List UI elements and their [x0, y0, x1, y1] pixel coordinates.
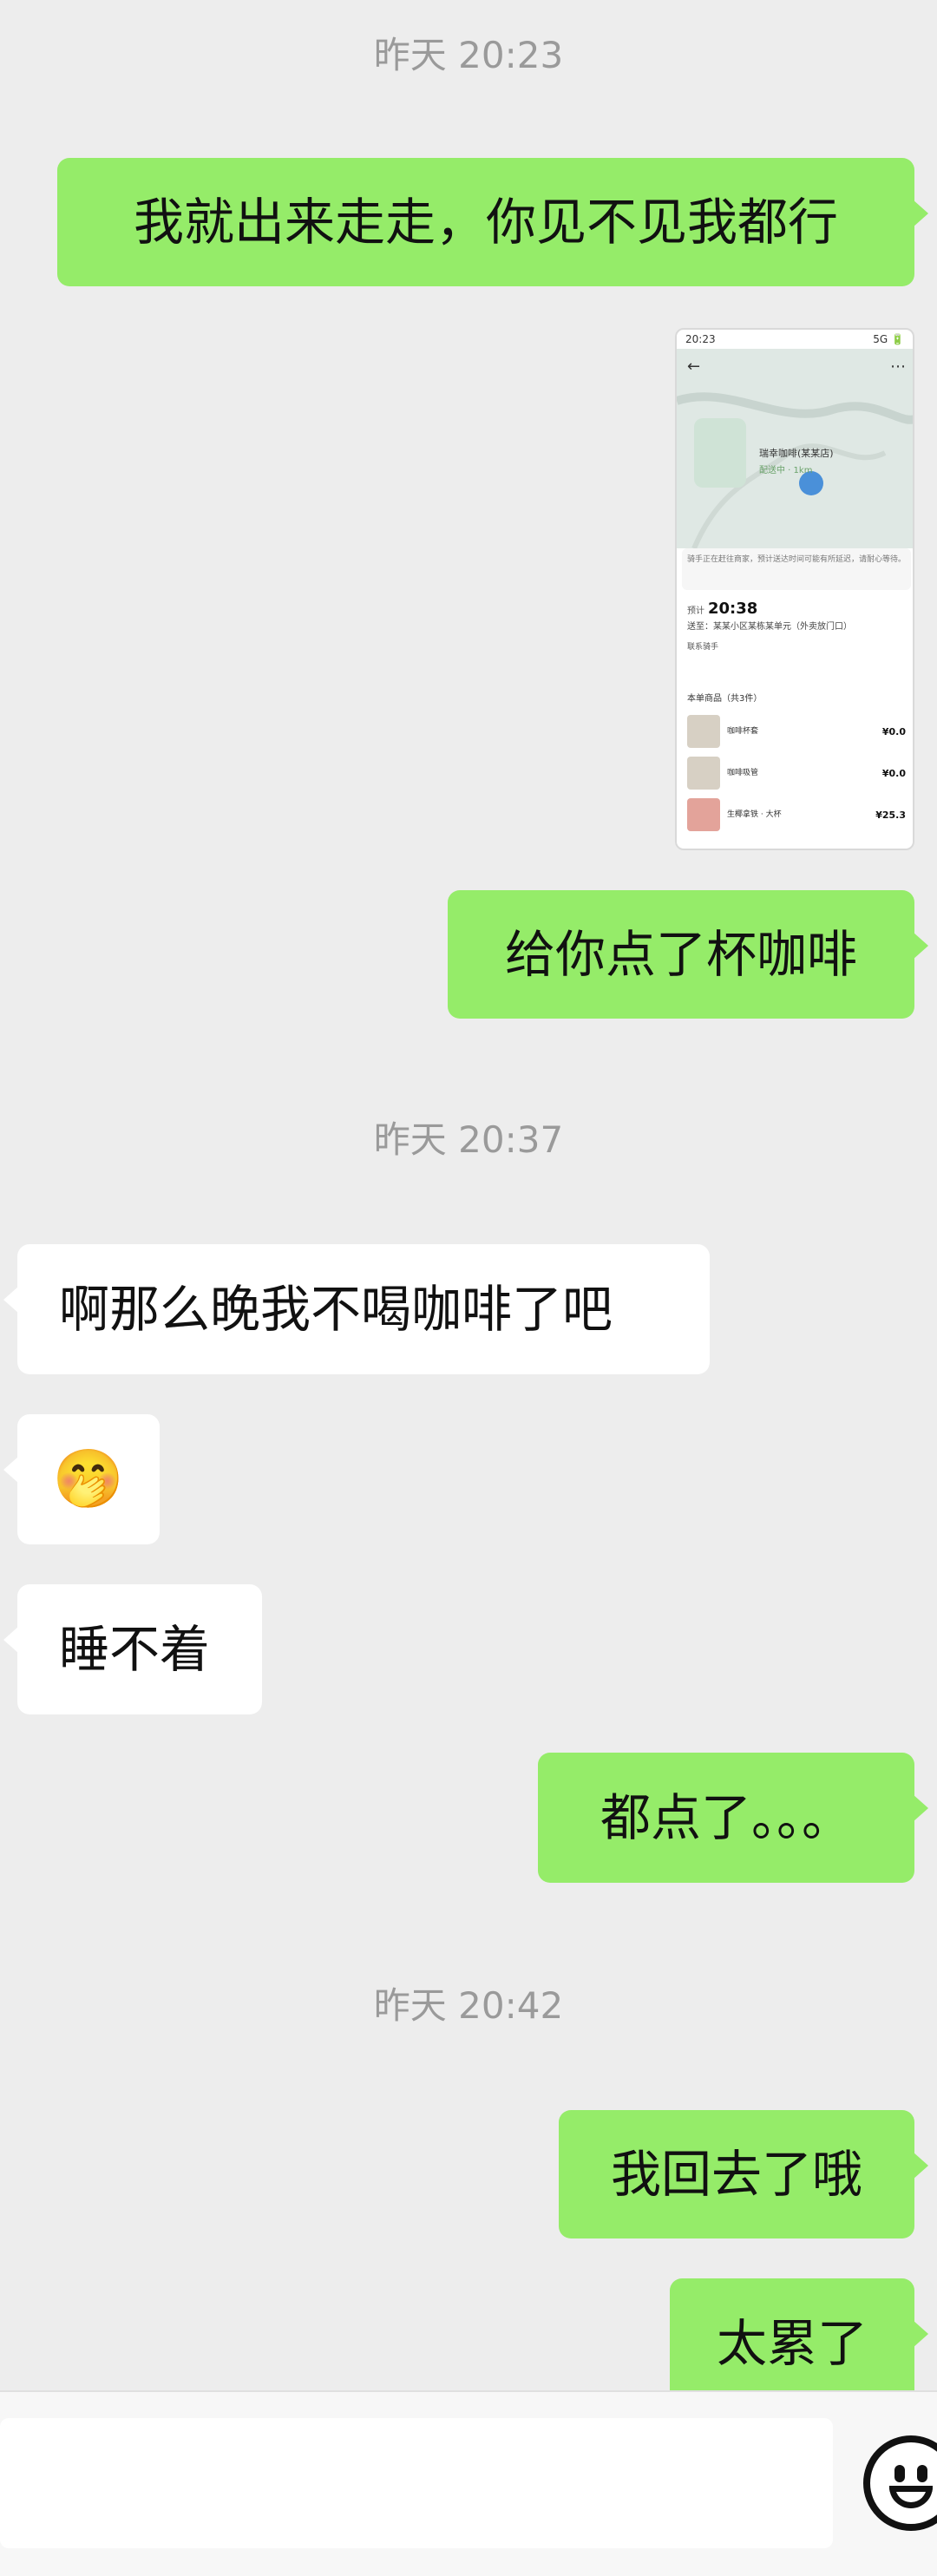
- emoji-eye: [917, 2465, 927, 2482]
- item-image: [687, 757, 720, 790]
- thumbnail-eta: 预计 20:38: [687, 600, 906, 618]
- item-name: 咖啡吸管: [727, 769, 759, 777]
- back-arrow-icon: ←: [687, 357, 701, 376]
- thumbnail-contact: 联系骑手: [687, 643, 719, 652]
- item-price: ¥0.0: [881, 767, 906, 779]
- more-icon: ⋯: [890, 357, 906, 376]
- sent-message-bubble[interactable]: 太累了: [670, 2278, 928, 2409]
- thumbnail-order-card: 本单商品（共3件） 咖啡杯套 ¥0.0 咖啡吸管 ¥0.0 生椰拿铁 · 大杯 …: [682, 685, 911, 847]
- received-emoji-bubble[interactable]: 🤭: [3, 1414, 160, 1544]
- eta-label: 预计: [687, 606, 704, 616]
- thumbnail-order-item: 咖啡吸管 ¥0.0: [687, 752, 906, 794]
- sent-message-bubble[interactable]: 我就出来走走，你见不见我都行: [57, 158, 928, 286]
- thumbnail-nav-row: ← ⋯: [677, 349, 913, 383]
- thumbnail-status-bar: 20:23 5G 🔋: [677, 330, 913, 349]
- thumbnail-delivery-card: 预计 20:38 送至：某某小区某栋某单元（外卖放门口） 联系骑手: [682, 594, 911, 681]
- sent-message-bubble[interactable]: 给你点了杯咖啡: [448, 890, 928, 1019]
- item-name: 咖啡杯套: [727, 727, 759, 736]
- received-message-bubble[interactable]: 睡不着: [3, 1584, 262, 1714]
- smiley-face-icon[interactable]: [863, 2435, 937, 2531]
- thumbnail-order-header: 本单商品（共3件）: [687, 694, 763, 704]
- item-name: 生椰拿铁 · 大杯: [727, 810, 782, 819]
- item-price: ¥25.3: [875, 809, 906, 821]
- thumbnail-notice: 骑手正在赶往商家，预计送达时间可能有所延迟，请耐心等待。: [682, 548, 911, 590]
- sent-image-thumbnail[interactable]: 20:23 5G 🔋 ← ⋯ 瑞幸咖啡(某某店) 配送中 · 1km 骑手正在赶…: [675, 328, 914, 850]
- thumbnail-status-icons: 5G 🔋: [873, 333, 904, 345]
- thumbnail-order-item: 咖啡杯套 ¥0.0: [687, 711, 906, 752]
- thumbnail-address: 送至：某某小区某栋某单元（外卖放门口）: [687, 622, 852, 632]
- timestamp: 昨天 20:23: [373, 34, 564, 76]
- thumbnail-shop-name: 瑞幸咖啡(某某店): [759, 448, 834, 459]
- item-image: [687, 715, 720, 748]
- timestamp: 昨天 20:42: [373, 1984, 564, 2027]
- message-input[interactable]: [0, 2418, 833, 2548]
- eta-time: 20:38: [708, 600, 758, 618]
- received-message-bubble[interactable]: 啊那么晚我不喝咖啡了吧: [3, 1244, 710, 1374]
- timestamp: 昨天 20:37: [373, 1118, 564, 1161]
- chat-input-bar: [0, 2390, 937, 2576]
- emoji-eye: [894, 2465, 905, 2482]
- thumbnail-status-time: 20:23: [685, 333, 716, 345]
- sent-message-bubble[interactable]: 都点了。。。: [538, 1753, 928, 1883]
- sent-message-bubble[interactable]: 我回去了哦: [559, 2110, 928, 2238]
- thumbnail-shop-sub: 配送中 · 1km: [759, 466, 813, 475]
- item-price: ¥0.0: [881, 725, 906, 737]
- item-image: [687, 798, 720, 831]
- thumbnail-order-item: 生椰拿铁 · 大杯 ¥25.3: [687, 794, 906, 836]
- emoji-mouth: [889, 2486, 933, 2508]
